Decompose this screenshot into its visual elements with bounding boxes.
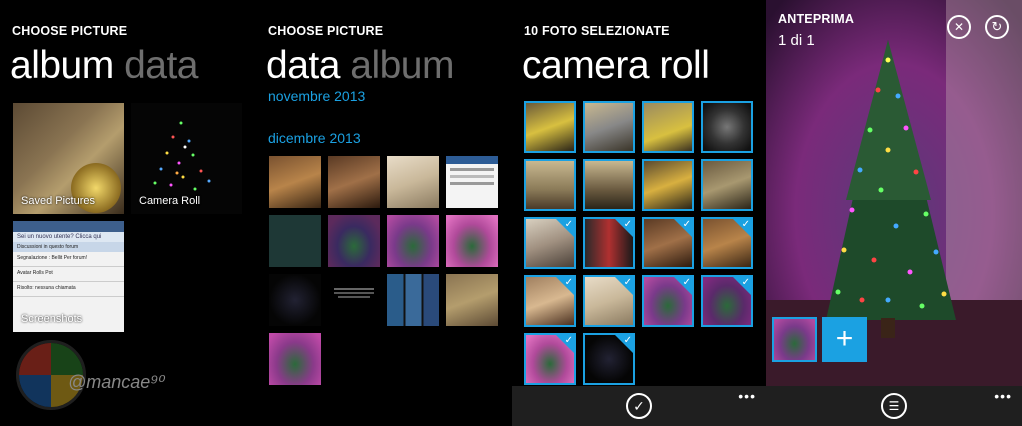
album-tile-saved-pictures[interactable]: Saved Pictures: [13, 103, 124, 214]
photo-selected[interactable]: ✓: [701, 275, 753, 327]
screenshot-line: Discussioni in questo forum: [13, 242, 124, 252]
album-label: Saved Pictures: [21, 195, 95, 207]
check-icon: ✓: [741, 219, 750, 230]
photo-selected[interactable]: ✓: [524, 217, 576, 269]
preview-panel: ANTEPRIMA 1 di 1 ✕ ↻ + ☰ •••: [766, 0, 1022, 426]
check-icon: ✓: [741, 277, 750, 288]
screenshot-header-bar: [13, 221, 124, 232]
add-image-button[interactable]: +: [822, 317, 867, 362]
photo-thumbnail[interactable]: [269, 156, 321, 208]
photo-selected[interactable]: ✓: [583, 275, 635, 327]
check-icon: ✓: [682, 277, 691, 288]
rotate-button[interactable]: ↻: [985, 15, 1009, 39]
photo-selected[interactable]: ✓: [642, 217, 694, 269]
image-counter: 1 di 1: [778, 32, 815, 49]
preview-title: ANTEPRIMA: [778, 12, 855, 26]
photo-thumbnail[interactable]: [328, 274, 380, 326]
check-icon: ✓: [682, 219, 691, 230]
pivot-header: album data: [10, 44, 198, 88]
pivot-item-album[interactable]: album: [350, 44, 454, 87]
date-panel: CHOOSE PICTURE data album novembre 2013 …: [256, 0, 512, 426]
photo-unselected[interactable]: [701, 159, 753, 211]
photo-unselected[interactable]: [642, 101, 694, 153]
check-icon: ✓: [564, 277, 573, 288]
pivot-item-album[interactable]: album: [10, 44, 114, 87]
photo-selected[interactable]: ✓: [524, 275, 576, 327]
page-title: camera roll: [522, 44, 710, 87]
photo-selected[interactable]: ✓: [524, 333, 576, 385]
photo-thumbnail[interactable]: [446, 156, 498, 208]
photo-unselected[interactable]: [701, 101, 753, 153]
photo-selected[interactable]: ✓: [642, 275, 694, 327]
app-bar: ☰ •••: [766, 386, 1022, 426]
panel-title: CHOOSE PICTURE: [268, 24, 384, 38]
album-label: Screenshots: [21, 313, 83, 325]
photo-selected[interactable]: ✓: [701, 217, 753, 269]
photo-unselected[interactable]: [524, 101, 576, 153]
album-tile-screenshots[interactable]: Sei un nuovo utente? Clicca qui Discussi…: [13, 221, 124, 332]
screenshot-line: Risolto: nessuna chiamata: [13, 282, 124, 297]
more-options-button[interactable]: •••: [994, 388, 1012, 404]
close-button[interactable]: ✕: [947, 15, 971, 39]
selected-image-thumbnail[interactable]: [772, 317, 817, 362]
rotate-icon: ↻: [991, 19, 1003, 34]
photo-thumbnail[interactable]: [446, 215, 498, 267]
album-label: Camera Roll: [139, 195, 201, 207]
selection-count: 10 FOTO SELEZIONATE: [524, 24, 670, 38]
pivot-header: data album: [266, 44, 454, 88]
photo-thumbnail[interactable]: [269, 274, 321, 326]
photo-unselected[interactable]: [583, 159, 635, 211]
app-bar: ✓ •••: [512, 386, 766, 426]
photo-thumbnail[interactable]: [387, 156, 439, 208]
camera-roll-panel: 10 FOTO SELEZIONATE camera roll ✓ ✓ ✓ ✓ …: [512, 0, 766, 426]
pivot-item-data[interactable]: data: [266, 44, 340, 87]
send-button[interactable]: ☰: [881, 393, 907, 419]
screenshot-line: Avatar Rolls Pot: [13, 267, 124, 282]
screenshot-line: Segnalazione : Bellit Per forum!: [13, 252, 124, 267]
photo-selected[interactable]: ✓: [583, 333, 635, 385]
photo-thumbnail[interactable]: [328, 156, 380, 208]
month-header-november[interactable]: novembre 2013: [268, 88, 365, 104]
photo-thumbnail[interactable]: [387, 274, 439, 326]
watermark-text: @mancae⁹⁰: [68, 372, 166, 392]
panel-title: CHOOSE PICTURE: [12, 24, 128, 38]
album-panel: CHOOSE PICTURE album data Saved Pictures…: [0, 0, 256, 426]
photo-unselected[interactable]: [583, 101, 635, 153]
more-options-button[interactable]: •••: [738, 388, 756, 404]
photo-unselected[interactable]: [524, 159, 576, 211]
plus-icon: +: [835, 322, 854, 355]
check-icon: ✓: [623, 277, 632, 288]
pivot-item-data[interactable]: data: [124, 44, 198, 87]
check-icon: ✓: [633, 398, 645, 414]
photo-thumbnail[interactable]: [328, 215, 380, 267]
screenshot-line: Sei un nuovo utente? Clicca qui: [13, 232, 124, 242]
send-icon: ☰: [888, 399, 900, 413]
month-header-december[interactable]: dicembre 2013: [268, 130, 361, 146]
album-tile-camera-roll[interactable]: Camera Roll: [131, 103, 242, 214]
confirm-button[interactable]: ✓: [626, 393, 652, 419]
photo-selected[interactable]: ✓: [583, 217, 635, 269]
photo-thumbnail[interactable]: [269, 333, 321, 385]
check-icon: ✓: [564, 335, 573, 346]
check-icon: ✓: [623, 335, 632, 346]
photo-thumbnail[interactable]: [446, 274, 498, 326]
check-icon: ✓: [564, 219, 573, 230]
photo-unselected[interactable]: [642, 159, 694, 211]
photo-thumbnail[interactable]: [269, 215, 321, 267]
photo-thumbnail[interactable]: [387, 215, 439, 267]
close-icon: ✕: [953, 20, 965, 34]
check-icon: ✓: [623, 219, 632, 230]
